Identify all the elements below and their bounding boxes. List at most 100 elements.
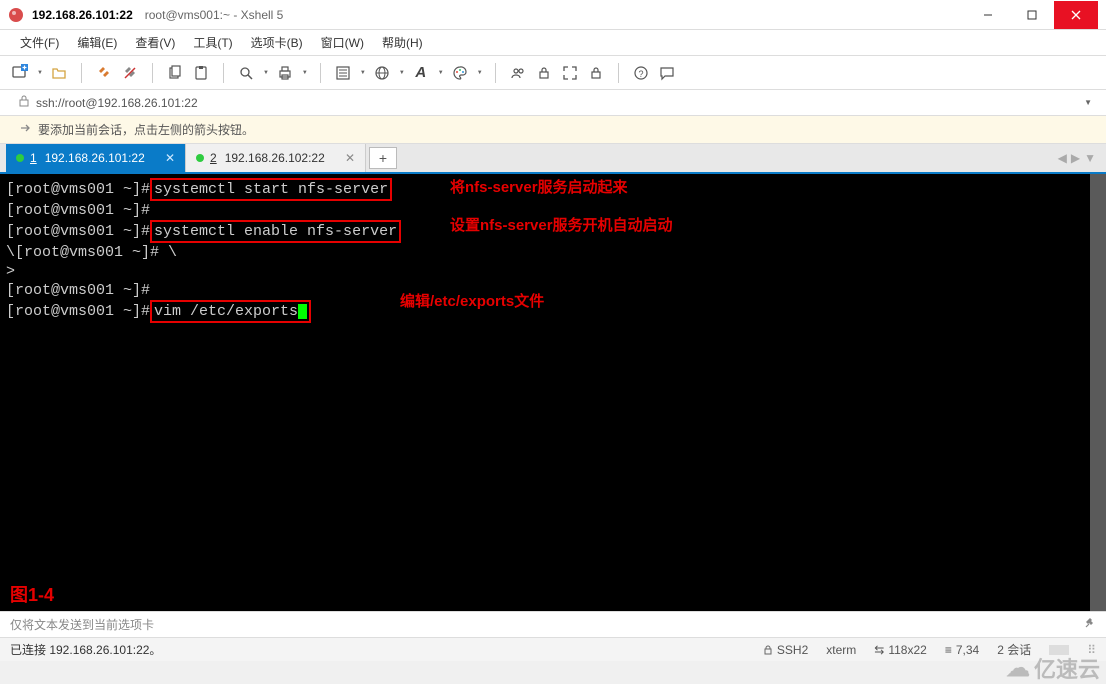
command-highlight: systemctl start nfs-server — [150, 178, 392, 201]
separator — [223, 63, 224, 83]
app-icon — [8, 7, 24, 23]
help-icon[interactable]: ? — [631, 63, 651, 83]
prompt: [root@vms001 ~]# — [6, 222, 150, 241]
dropdown-icon[interactable]: ▼ — [302, 70, 308, 76]
tab-session-2[interactable]: 2 192.168.26.102:22 ✕ — [186, 144, 366, 172]
search-icon[interactable] — [236, 63, 256, 83]
hint-text: 要添加当前会话，点击左侧的箭头按钮。 — [38, 121, 254, 138]
status-led-icon — [196, 154, 204, 162]
chat-icon[interactable] — [657, 63, 677, 83]
copy-icon[interactable] — [165, 63, 185, 83]
command-highlight: systemctl enable nfs-server — [150, 220, 401, 243]
terminal[interactable]: [root@vms001 ~]# systemctl start nfs-ser… — [0, 174, 1106, 611]
separator — [320, 63, 321, 83]
reconnect-icon[interactable] — [94, 63, 114, 83]
separator — [495, 63, 496, 83]
separator — [81, 63, 82, 83]
lock2-icon[interactable] — [586, 63, 606, 83]
tab-next-icon[interactable]: ▶ — [1071, 151, 1080, 165]
lock-icon[interactable] — [534, 63, 554, 83]
hintbar: 要添加当前会话，点击左侧的箭头按钮。 — [0, 116, 1106, 144]
tab-prev-icon[interactable]: ◀ — [1058, 151, 1067, 165]
tab-number: 1 — [30, 151, 37, 165]
cursor-status: ≡ 7,34 — [945, 643, 979, 657]
dropdown-icon[interactable]: ▼ — [360, 70, 366, 76]
window-subtitle: root@vms001:~ - Xshell 5 — [145, 8, 966, 22]
tab-add-button[interactable]: + — [369, 147, 397, 169]
dropdown-icon[interactable]: ▼ — [263, 70, 269, 76]
disconnect-icon[interactable] — [120, 63, 140, 83]
menubar: 文件(F) 编辑(E) 查看(V) 工具(T) 选项卡(B) 窗口(W) 帮助(… — [0, 30, 1106, 56]
separator — [152, 63, 153, 83]
window-title: 192.168.26.101:22 — [32, 8, 133, 22]
send-input[interactable]: 仅将文本发送到当前选项卡 — [10, 616, 1084, 633]
svg-text:?: ? — [638, 69, 643, 79]
cloud-icon: ☁ — [1006, 654, 1030, 683]
sendbar: 仅将文本发送到当前选项卡 — [0, 611, 1106, 637]
menu-tab[interactable]: 选项卡(B) — [243, 31, 311, 54]
dropdown-icon[interactable]: ▼ — [477, 70, 483, 76]
menu-edit[interactable]: 编辑(E) — [69, 31, 125, 54]
prompt: [root@vms001 ~]# — [6, 180, 150, 199]
arrow-icon[interactable] — [18, 121, 32, 138]
dropdown-icon[interactable]: ▼ — [37, 70, 43, 76]
menu-help[interactable]: 帮助(H) — [374, 31, 431, 54]
palette-icon[interactable] — [450, 63, 470, 83]
tab-close-icon[interactable]: ✕ — [345, 151, 355, 165]
font-icon[interactable]: A — [411, 63, 431, 83]
prompt: [root@vms001 ~]# — [6, 201, 150, 220]
statusbar: 已连接 192.168.26.101:22。 SSH2 xterm ⇆ 118x… — [0, 637, 1106, 661]
tabbar: 1 192.168.26.101:22 ✕ 2 192.168.26.102:2… — [0, 144, 1106, 174]
size-icon: ⇆ — [874, 643, 884, 657]
pin-icon[interactable] — [1084, 617, 1096, 632]
protocol-status: SSH2 — [763, 643, 808, 657]
close-button[interactable] — [1054, 1, 1098, 29]
minimize-button[interactable] — [966, 1, 1010, 29]
prompt-escaped: \[root@vms001 ~]# \ — [6, 243, 177, 262]
connection-status: 已连接 192.168.26.101:22。 — [10, 641, 745, 658]
dropdown-icon[interactable]: ▼ — [399, 70, 405, 76]
toolbar: ▼ ▼ ▼ ▼ ▼ A ▼ ▼ ? — [0, 56, 1106, 90]
window-controls — [966, 1, 1098, 29]
tab-number: 2 — [210, 151, 217, 165]
fullscreen-icon[interactable] — [560, 63, 580, 83]
menu-tools[interactable]: 工具(T) — [185, 31, 240, 54]
tab-close-icon[interactable]: ✕ — [165, 151, 175, 165]
tab-list-icon[interactable]: ▼ — [1084, 151, 1096, 165]
terminal-scrollbar[interactable] — [1090, 174, 1106, 611]
size-status: ⇆ 118x22 — [874, 643, 927, 657]
globe-icon[interactable] — [372, 63, 392, 83]
figure-label: 图1-4 — [10, 586, 54, 605]
cursor — [298, 304, 307, 319]
separator — [618, 63, 619, 83]
lock-icon — [18, 95, 30, 110]
command-highlight: vim /etc/exports — [150, 300, 311, 323]
open-icon[interactable] — [49, 63, 69, 83]
tab-label: 192.168.26.101:22 — [45, 151, 145, 165]
status-led-icon — [16, 154, 24, 162]
tab-nav: ◀ ▶ ▼ — [1058, 144, 1100, 172]
menu-view[interactable]: 查看(V) — [127, 31, 183, 54]
watermark: ☁ 亿速云 — [1006, 652, 1100, 684]
tab-session-1[interactable]: 1 192.168.26.101:22 ✕ — [6, 144, 186, 172]
address-dropdown-icon[interactable]: ▼ — [1084, 98, 1096, 107]
properties-icon[interactable] — [333, 63, 353, 83]
watermark-text: 亿速云 — [1034, 652, 1100, 684]
address-text[interactable]: ssh://root@192.168.26.101:22 — [36, 96, 198, 110]
termtype-status: xterm — [826, 643, 856, 657]
new-session-icon[interactable] — [10, 63, 30, 83]
menu-file[interactable]: 文件(F) — [12, 31, 67, 54]
menu-window[interactable]: 窗口(W) — [313, 31, 372, 54]
dropdown-icon[interactable]: ▼ — [438, 70, 444, 76]
tab-label: 192.168.26.102:22 — [225, 151, 325, 165]
maximize-button[interactable] — [1010, 1, 1054, 29]
annotation: 将nfs-server服务启动起来 — [450, 178, 628, 197]
annotation: 设置nfs-server服务开机自动启动 — [450, 216, 673, 235]
prompt-gt: > — [6, 262, 15, 281]
titlebar: 192.168.26.101:22 root@vms001:~ - Xshell… — [0, 0, 1106, 30]
lock-icon — [763, 645, 773, 655]
paste-icon[interactable] — [191, 63, 211, 83]
users-icon[interactable] — [508, 63, 528, 83]
print-icon[interactable] — [275, 63, 295, 83]
addressbar: ssh://root@192.168.26.101:22 ▼ — [0, 90, 1106, 116]
